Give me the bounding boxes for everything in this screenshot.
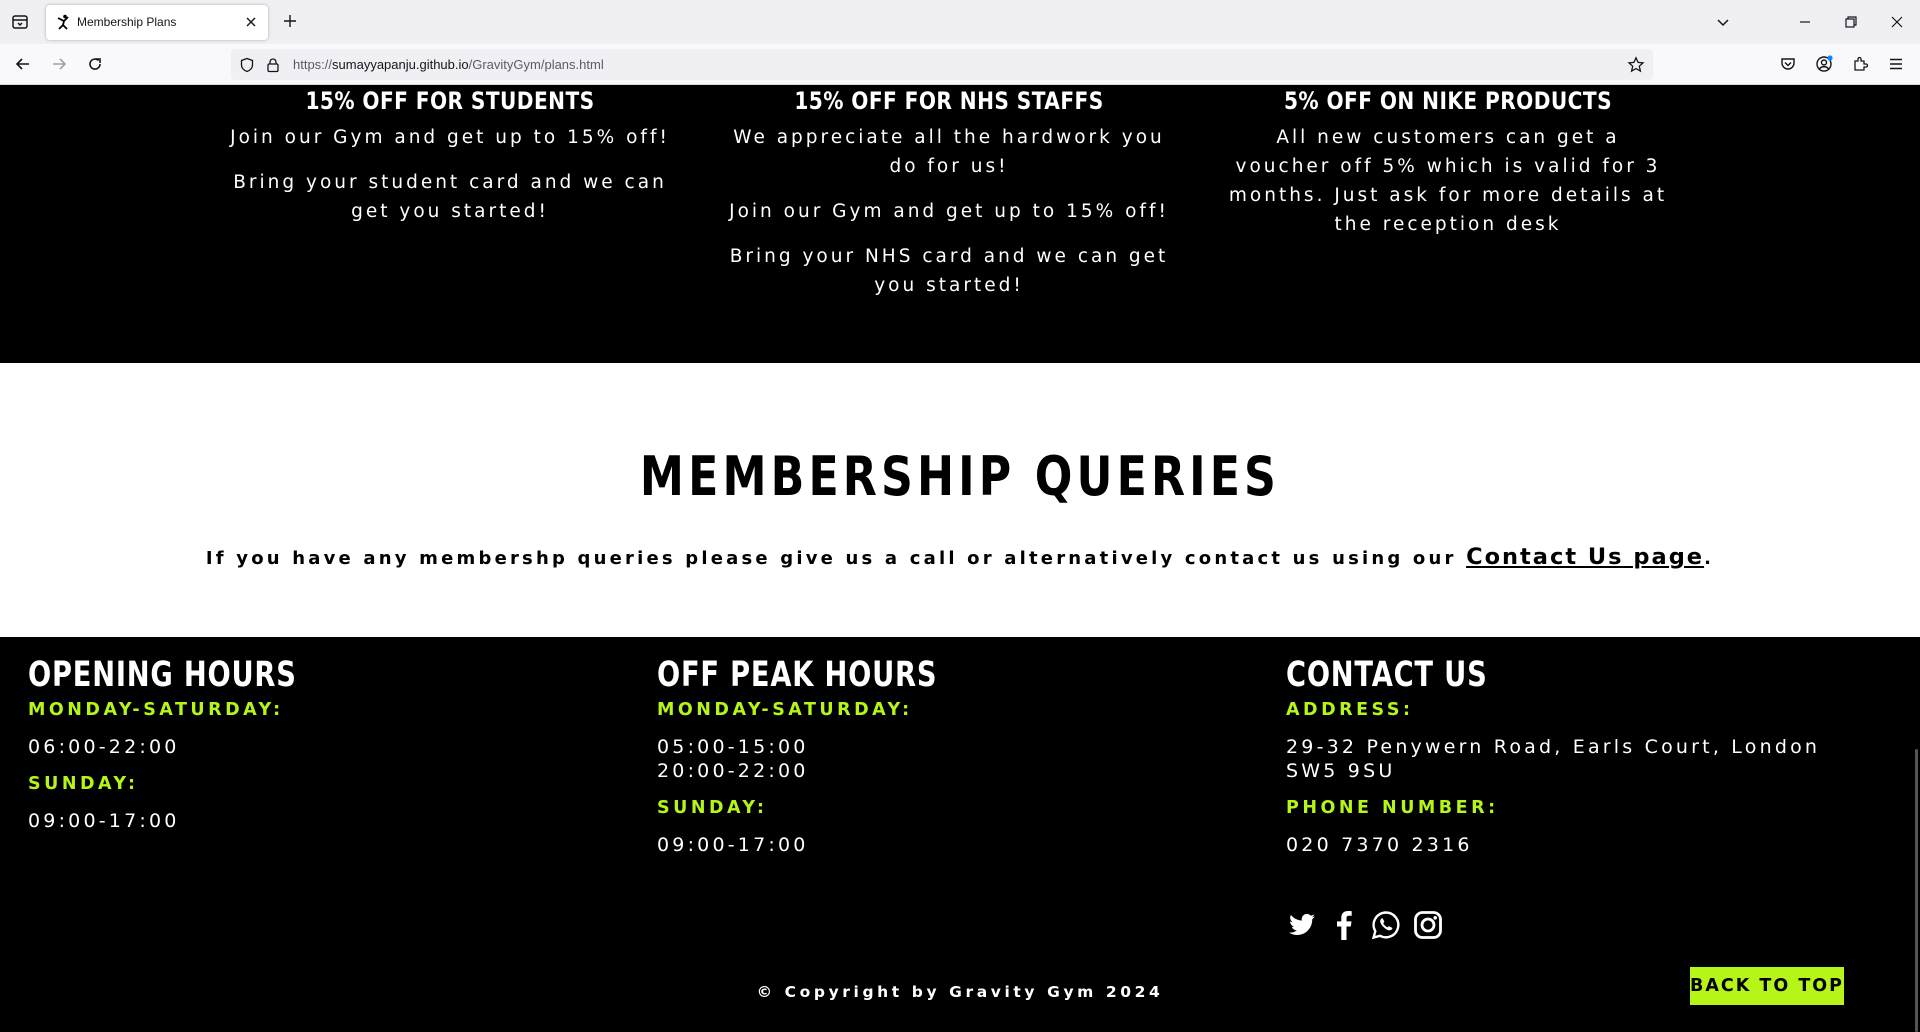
tab-title: Membership Plans xyxy=(77,15,177,29)
phone-value: 020 7370 2316 xyxy=(1286,834,1473,856)
offer-title: 15% OFF FOR STUDENTS xyxy=(305,87,595,115)
address-bar[interactable]: https://sumayyapanju.github.io/GravityGy… xyxy=(231,49,1653,80)
offer-text: We appreciate all the hardwork you do fo… xyxy=(733,127,1165,177)
browser-nav-bar: https://sumayyapanju.github.io/GravityGy… xyxy=(0,44,1920,85)
restore-icon[interactable] xyxy=(1841,12,1861,32)
whatsapp-icon[interactable] xyxy=(1370,909,1402,941)
new-tab-icon[interactable] xyxy=(282,13,298,29)
queries-heading: MEMBERSHIP QUERIES xyxy=(639,445,1281,508)
opening-weekday-label: MONDAY-SATURDAY: xyxy=(28,700,284,720)
offers-section: 15% OFF FOR STUDENTS Join our Gym and ge… xyxy=(0,85,1920,363)
opening-sunday-label: SUNDAY: xyxy=(28,774,139,794)
off-peak-hours-column: OFF PEAK HOURS MONDAY-SATURDAY: 05:00-15… xyxy=(657,655,1247,869)
bookmark-star-icon[interactable] xyxy=(1627,56,1645,74)
queries-body: If you have any membershp queries please… xyxy=(205,548,1467,569)
menu-icon[interactable] xyxy=(1887,55,1905,73)
copyright-text: © Copyright by Gravity Gym 2024 xyxy=(756,983,1164,1001)
offpeak-weekday-hours-2: 20:00-22:00 xyxy=(657,760,809,782)
queries-suffix: . xyxy=(1704,548,1715,569)
membership-queries-section: MEMBERSHIP QUERIES If you have any membe… xyxy=(0,363,1920,637)
offer-nike: 5% OFF ON NIKE PRODUCTS All new customer… xyxy=(1228,85,1668,239)
tracking-shield-icon[interactable] xyxy=(239,57,255,73)
offpeak-sunday-hours: 09:00-17:00 xyxy=(657,834,809,856)
offer-text: Bring your student card and we can get y… xyxy=(233,172,667,222)
back-to-top-button[interactable]: BACK TO TOP xyxy=(1690,967,1844,1005)
url-text[interactable]: https://sumayyapanju.github.io/GravityGy… xyxy=(293,57,604,72)
contact-us-link[interactable]: Contact Us page xyxy=(1466,544,1704,570)
forward-icon[interactable] xyxy=(50,55,68,73)
lock-icon[interactable] xyxy=(265,57,281,73)
offpeak-sunday-label: SUNDAY: xyxy=(657,798,768,818)
url-path: /GravityGym/plans.html xyxy=(468,57,604,72)
page-viewport: 15% OFF FOR STUDENTS Join our Gym and ge… xyxy=(0,85,1920,1032)
offer-title: 15% OFF FOR NHS STAFFS xyxy=(794,87,1104,115)
offpeak-weekday-label: MONDAY-SATURDAY: xyxy=(657,700,913,720)
close-tab-icon[interactable] xyxy=(243,14,259,30)
url-prefix: https:// xyxy=(293,57,333,72)
gym-favicon-icon xyxy=(57,14,69,30)
offer-text: Join our Gym and get up to 15% off! xyxy=(729,201,1169,222)
offer-text: All new customers can get a voucher off … xyxy=(1228,127,1668,235)
scrollbar-thumb[interactable] xyxy=(1915,749,1918,1032)
offpeak-weekday-hours-1: 05:00-15:00 xyxy=(657,736,809,758)
contact-us-column: CONTACT US ADDRESS: 29-32 Penywern Road,… xyxy=(1286,655,1876,869)
tab-list-icon[interactable] xyxy=(10,12,30,32)
minimize-icon[interactable] xyxy=(1795,12,1815,32)
queries-text: If you have any membershp queries please… xyxy=(0,544,1920,572)
opening-weekday-hours: 06:00-22:00 xyxy=(28,736,180,758)
offpeak-weekday-hours: 05:00-15:00 20:00-22:00 xyxy=(657,735,1247,783)
browser-tab-bar: Membership Plans xyxy=(0,0,1920,44)
close-window-icon[interactable] xyxy=(1887,12,1907,32)
instagram-icon[interactable] xyxy=(1412,909,1444,941)
pocket-icon[interactable] xyxy=(1779,55,1797,73)
offer-text: Bring your NHS card and we can get you s… xyxy=(729,246,1169,296)
address-label: ADDRESS: xyxy=(1286,700,1414,720)
opening-sunday-hours: 09:00-17:00 xyxy=(28,810,180,832)
offer-nhs: 15% OFF FOR NHS STAFFS We appreciate all… xyxy=(729,85,1169,300)
contact-heading: CONTACT US xyxy=(1286,655,1488,695)
list-all-tabs-icon[interactable] xyxy=(1713,12,1733,32)
url-domain: sumayyapanju.github.io xyxy=(332,57,469,72)
opening-hours-heading: OPENING HOURS xyxy=(28,655,297,695)
offer-students: 15% OFF FOR STUDENTS Join our Gym and ge… xyxy=(230,85,670,226)
offer-title: 5% OFF ON NIKE PRODUCTS xyxy=(1283,87,1613,115)
extensions-icon[interactable] xyxy=(1851,55,1869,73)
address-value: 29-32 Penywern Road, Earls Court, London… xyxy=(1286,736,1821,782)
reload-icon[interactable] xyxy=(86,55,104,73)
opening-hours-column: OPENING HOURS MONDAY-SATURDAY: 06:00-22:… xyxy=(28,655,618,845)
facebook-icon[interactable] xyxy=(1328,909,1360,941)
off-peak-heading: OFF PEAK HOURS xyxy=(657,655,938,695)
browser-tab-active[interactable]: Membership Plans xyxy=(46,5,268,40)
offer-text: Join our Gym and get up to 15% off! xyxy=(230,127,670,148)
account-icon[interactable] xyxy=(1815,55,1833,73)
back-icon[interactable] xyxy=(14,55,32,73)
site-footer: OPENING HOURS MONDAY-SATURDAY: 06:00-22:… xyxy=(0,637,1920,1032)
phone-label: PHONE NUMBER: xyxy=(1286,798,1499,818)
twitter-icon[interactable] xyxy=(1286,909,1318,941)
